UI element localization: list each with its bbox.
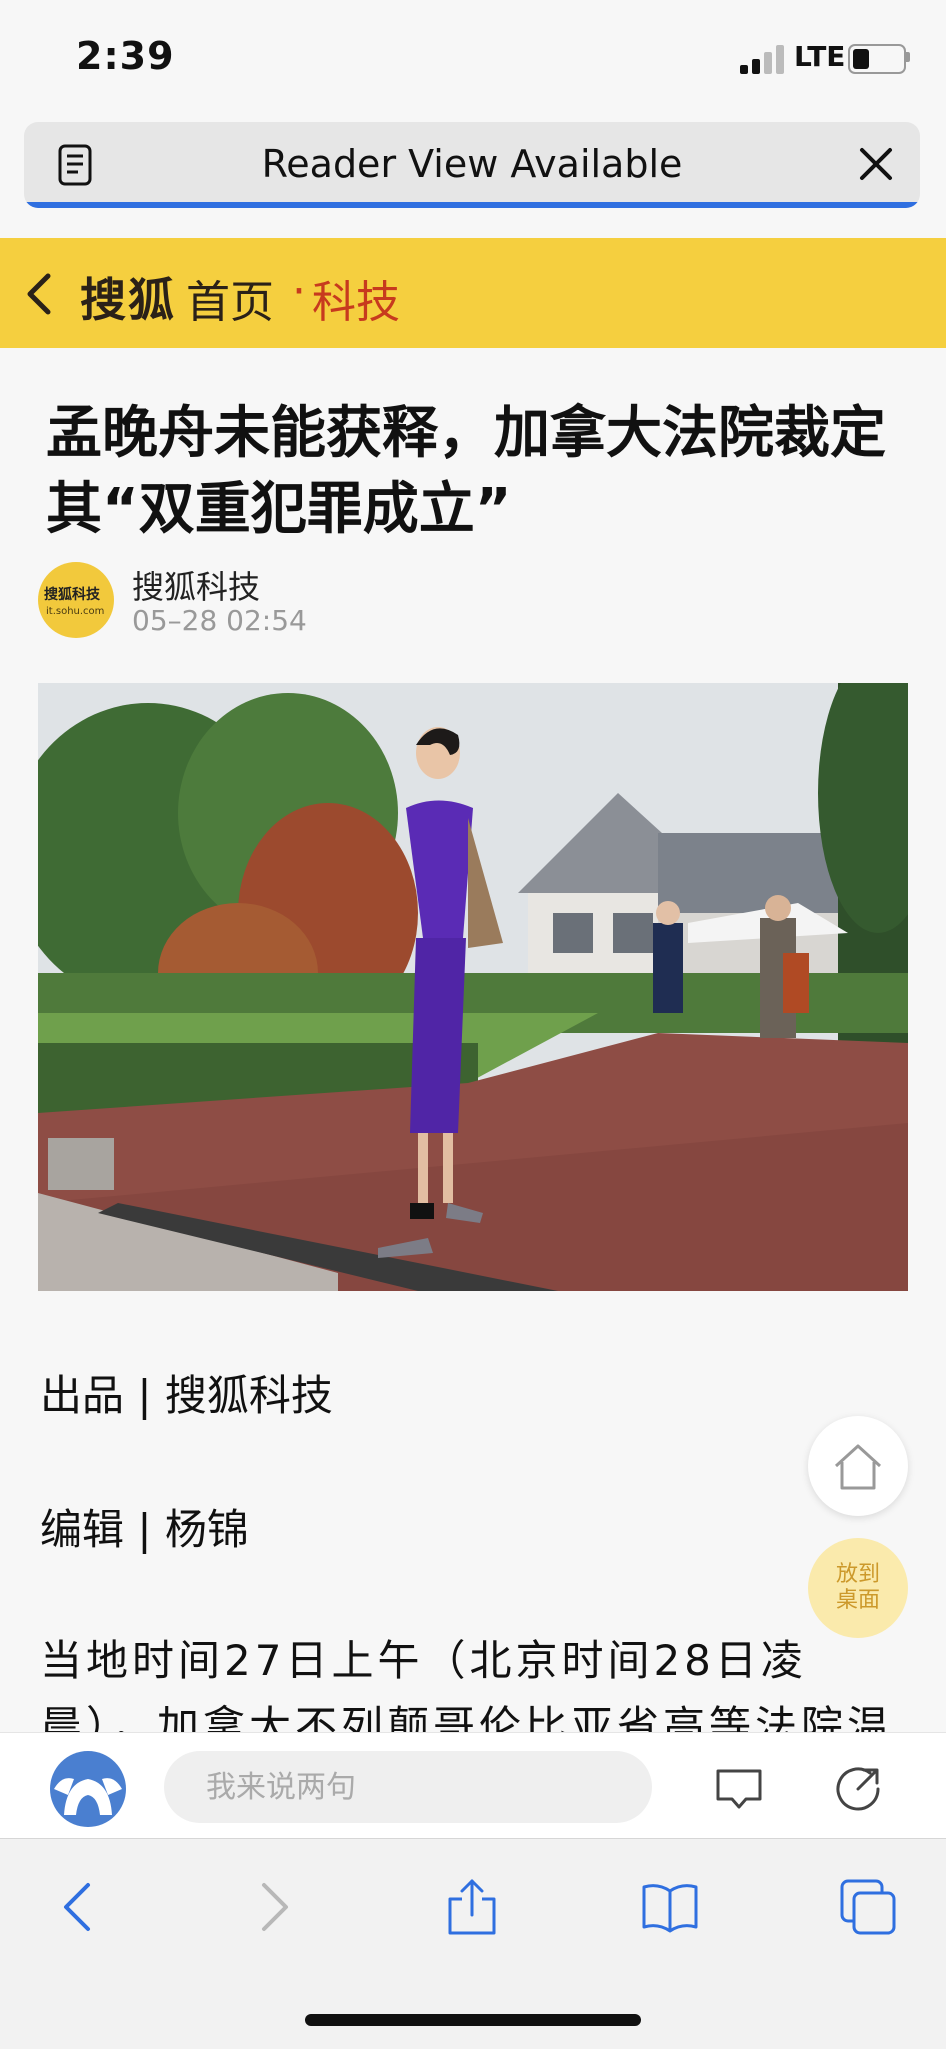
- comment-bar: [0, 1732, 946, 1839]
- battery-icon: [848, 44, 906, 74]
- article-photo: [38, 683, 908, 1291]
- home-float-button[interactable]: [808, 1416, 908, 1516]
- comment-input[interactable]: [164, 1751, 652, 1823]
- reader-banner-accent: [24, 202, 920, 208]
- article-title: 孟晚舟未能获释，加拿大法院裁定其“双重犯罪成立”: [46, 401, 886, 542]
- home-icon: [834, 1444, 882, 1490]
- reader-view-banner[interactable]: Reader View Available: [24, 122, 920, 208]
- reader-view-label[interactable]: Reader View Available: [24, 142, 920, 186]
- publish-time: 05–28 02:54: [132, 604, 307, 637]
- site-nav-bar: 搜狐 首页 · 科技: [0, 238, 946, 348]
- article-paragraph: 编辑 | 杨锦: [40, 1505, 249, 1554]
- close-icon[interactable]: [854, 142, 898, 186]
- author-name[interactable]: 搜狐科技: [132, 562, 260, 608]
- safari-forward-icon[interactable]: [244, 1877, 304, 1937]
- sohu-logo[interactable]: 搜狐: [80, 264, 176, 330]
- status-bar: 2:39 LTE: [0, 0, 946, 120]
- share-icon[interactable]: [834, 1763, 884, 1813]
- nav-separator: ·: [292, 266, 306, 317]
- bookmarks-icon[interactable]: [640, 1877, 700, 1937]
- add-to-desktop-label-2: 桌面: [835, 1588, 880, 1613]
- network-type: LTE: [794, 40, 846, 73]
- status-time: 2:39: [76, 34, 175, 78]
- tabs-icon[interactable]: [838, 1877, 898, 1937]
- add-to-desktop-button[interactable]: 放到 桌面: [808, 1538, 908, 1638]
- nav-channel-link[interactable]: 科技: [312, 266, 400, 330]
- battery-cap: [906, 52, 910, 62]
- nav-home-link[interactable]: 首页: [186, 266, 274, 330]
- safari-share-icon[interactable]: [442, 1877, 502, 1937]
- article-paragraph: 出品 | 搜狐科技: [40, 1371, 333, 1420]
- safari-back-icon[interactable]: [48, 1877, 108, 1937]
- user-avatar[interactable]: [48, 1749, 128, 1829]
- home-indicator[interactable]: [305, 2014, 641, 2026]
- author-avatar-text: 搜狐科技: [44, 587, 100, 603]
- cellular-signal-icon: [740, 44, 786, 74]
- add-to-desktop-label-1: 放到: [835, 1562, 880, 1587]
- author-avatar[interactable]: 搜狐科技 it.sohu.com: [38, 562, 114, 638]
- article-paragraph: 当地时间27日上午（北京时间28日凌晨），加拿大不列颠哥伦比亚省高等法院温: [40, 1636, 894, 1732]
- comments-icon[interactable]: [714, 1765, 764, 1813]
- back-chevron-icon[interactable]: [20, 268, 56, 320]
- author-avatar-subtext: it.sohu.com: [46, 606, 105, 617]
